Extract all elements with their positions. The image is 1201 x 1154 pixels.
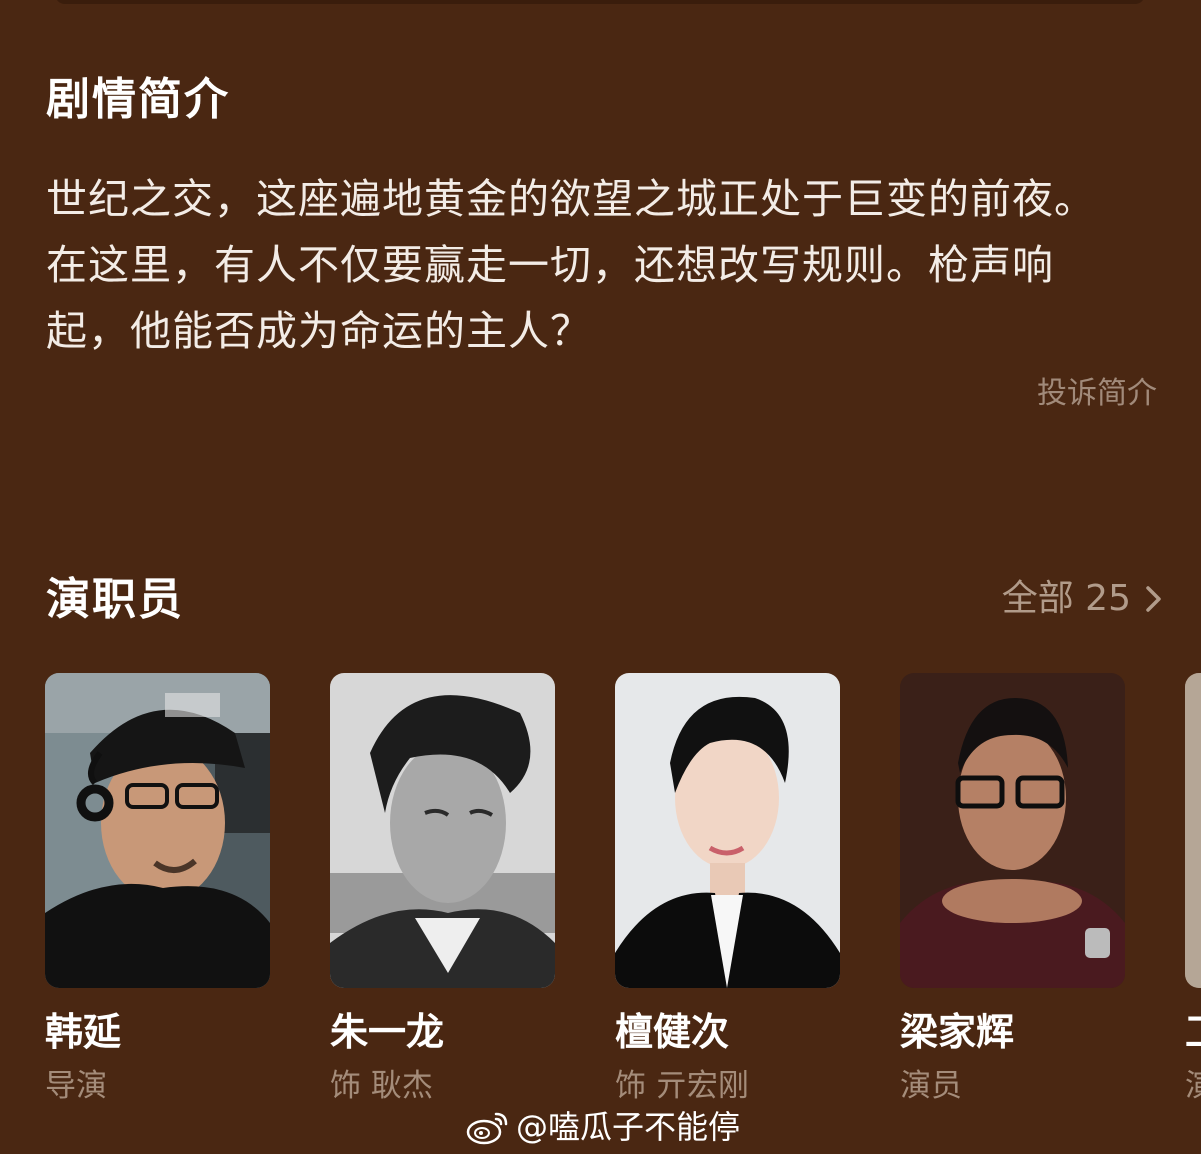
synopsis-heading: 剧情简介 <box>46 74 230 125</box>
actor-photo-image <box>1185 673 1201 988</box>
cast-name[interactable]: 工 <box>1185 1008 1201 1056</box>
cast-name[interactable]: 朱一龙 <box>330 1008 555 1056</box>
actor-photo-image <box>615 673 840 988</box>
weibo-icon <box>466 1112 508 1145</box>
previous-card-bottom-edge <box>55 0 1145 4</box>
cast-photo[interactable] <box>900 673 1125 988</box>
cast-role: 演 <box>1185 1068 1201 1104</box>
cast-role: 导演 <box>45 1068 107 1104</box>
cast-count-label: 全部 25 <box>1001 578 1131 619</box>
cast-name[interactable]: 韩延 <box>45 1008 270 1056</box>
cast-card[interactable]: 工 演 <box>1185 673 1201 1108</box>
cast-role: 演员 <box>900 1068 962 1104</box>
cast-role: 饰 亓宏刚 <box>615 1068 749 1104</box>
watermark: @嗑瓜子不能停 <box>466 1106 740 1148</box>
cast-list[interactable]: 韩延 导演 朱一龙 饰 耿杰 檀健次 饰 亓宏刚 梁家辉 演员 演 <box>45 673 1201 1133</box>
actor-photo-image <box>330 673 555 988</box>
cast-name[interactable]: 檀健次 <box>615 1008 840 1056</box>
cast-heading: 演职员 <box>46 574 184 625</box>
cast-photo[interactable] <box>1185 673 1201 988</box>
cast-photo[interactable] <box>330 673 555 988</box>
report-synopsis-link[interactable]: 投诉简介 <box>1037 374 1157 414</box>
cast-photo[interactable] <box>615 673 840 988</box>
cast-card[interactable]: 朱一龙 饰 耿杰 <box>330 673 555 1108</box>
chevron-right-icon <box>1146 586 1161 612</box>
cast-name[interactable]: 梁家辉 <box>900 1008 1125 1056</box>
synopsis-text: 世纪之交，这座遍地黄金的欲望之城正处于巨变的前夜。在这里，有人不仅要赢走一切，还… <box>46 175 1096 355</box>
actor-photo-image <box>900 673 1125 988</box>
cast-photo[interactable] <box>45 673 270 988</box>
cast-view-all-button[interactable]: 全部 25 <box>1002 574 1167 624</box>
cast-role: 饰 耿杰 <box>330 1068 433 1104</box>
director-photo-image <box>45 673 270 988</box>
cast-card[interactable]: 檀健次 饰 亓宏刚 <box>615 673 840 1108</box>
watermark-text: @嗑瓜子不能停 <box>516 1108 741 1146</box>
cast-card[interactable]: 韩延 导演 <box>45 673 270 1108</box>
cast-card[interactable]: 梁家辉 演员 <box>900 673 1125 1108</box>
